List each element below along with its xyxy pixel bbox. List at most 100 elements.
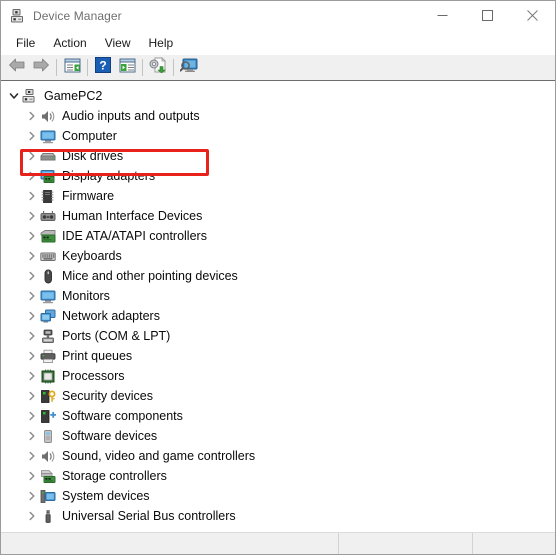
chevron-right-icon[interactable] [25,226,39,246]
chevron-right-icon[interactable] [25,426,39,446]
tree-row-sound-video-and-game-controllers[interactable]: Sound, video and game controllers [1,446,555,466]
window-title: Device Manager [33,8,122,23]
chevron-right-icon[interactable] [25,186,39,206]
storage-controller-icon [39,468,57,484]
maximize-button[interactable] [465,1,510,30]
security-key-icon [39,388,57,404]
port-icon [39,328,57,344]
tree-row-universal-serial-bus-controllers[interactable]: Universal Serial Bus controllers [1,506,555,526]
tree-row-processors[interactable]: Processors [1,366,555,386]
properties-window-icon [119,58,136,78]
chevron-right-icon[interactable] [25,266,39,286]
update-driver-button[interactable] [146,57,170,79]
chevron-right-icon[interactable] [25,486,39,506]
tree-item-label: Display adapters [62,169,156,183]
speaker-icon [39,108,57,124]
tree-row-disk-drives[interactable]: Disk drives [1,146,555,166]
menu-file[interactable]: File [7,33,44,53]
chevron-right-icon[interactable] [25,326,39,346]
software-device-icon [39,428,57,444]
toolbar-separator-3 [142,59,143,76]
tree-row-system-devices[interactable]: System devices [1,486,555,506]
tree-item-label: Audio inputs and outputs [62,109,200,123]
chevron-right-icon[interactable] [25,286,39,306]
help-button[interactable]: ? [91,57,115,79]
tree-item-label: Sound, video and game controllers [62,449,256,463]
chevron-right-icon[interactable] [25,346,39,366]
tree-row-software-components[interactable]: Software components [1,406,555,426]
tree-row-audio-inputs-and-outputs[interactable]: Audio inputs and outputs [1,106,555,126]
chevron-right-icon[interactable] [25,466,39,486]
tree-row-network-adapters[interactable]: Network adapters [1,306,555,326]
console-tree-icon [64,58,81,78]
tree-item-label: Keyboards [62,249,122,263]
tree-item-label: Network adapters [62,309,160,323]
show-hide-console-tree-button[interactable] [60,57,84,79]
tree-item-label: Print queues [62,349,133,363]
chevron-right-icon[interactable] [25,446,39,466]
menu-action[interactable]: Action [44,33,95,53]
tree-row-computer[interactable]: Computer [1,126,555,146]
chevron-right-icon[interactable] [25,366,39,386]
tree-row-security-devices[interactable]: Security devices [1,386,555,406]
tree-row-ide-ata-atapi-controllers[interactable]: IDE ATA/ATAPI controllers [1,226,555,246]
chevron-right-icon[interactable] [25,106,39,126]
forward-button[interactable] [29,57,53,79]
chevron-right-icon[interactable] [25,166,39,186]
tree-item-label: Storage controllers [62,469,167,483]
tree-row-keyboards[interactable]: Keyboards [1,246,555,266]
tree-row-display-adapters[interactable]: Display adapters [1,166,555,186]
chevron-right-icon[interactable] [25,146,39,166]
computer-root-icon [21,88,39,104]
tree-item-label: Mice and other pointing devices [62,269,238,283]
tree-row-mice-and-other-pointing-devices[interactable]: Mice and other pointing devices [1,266,555,286]
close-button[interactable] [510,1,555,30]
tree-item-label: Software devices [62,429,158,443]
chevron-right-icon[interactable] [25,126,39,146]
tree-item-label: Disk drives [62,149,124,163]
monitor-icon [39,128,57,144]
tree-row-monitors[interactable]: Monitors [1,286,555,306]
network-adapter-icon [39,308,57,324]
tree-item-label: Universal Serial Bus controllers [62,509,236,523]
chevron-right-icon[interactable] [25,506,39,526]
tree-item-label: System devices [62,489,150,503]
device-tree[interactable]: GamePC2 Audio inputs and outputs Compute… [1,81,555,532]
processor-icon [39,368,57,384]
menu-help[interactable]: Help [140,33,183,53]
status-pane-2 [339,533,473,554]
hid-icon [39,208,57,224]
tree-row-print-queues[interactable]: Print queues [1,346,555,366]
properties-button[interactable] [115,57,139,79]
scan-hardware-changes-button[interactable] [177,57,201,79]
toolbar-separator-1 [56,59,57,76]
disk-drive-icon [39,148,57,164]
keyboard-icon [39,248,57,264]
ide-controller-icon [39,228,57,244]
chevron-right-icon[interactable] [25,406,39,426]
menu-view[interactable]: View [96,33,140,53]
minimize-button[interactable] [420,1,465,30]
display-adapter-icon [39,168,57,184]
tree-item-label: Computer [62,129,117,143]
chevron-right-icon[interactable] [25,206,39,226]
tree-row-firmware[interactable]: Firmware [1,186,555,206]
software-component-icon [39,408,57,424]
title-bar: Device Manager [1,1,555,30]
chevron-right-icon[interactable] [25,246,39,266]
tree-row-root[interactable]: GamePC2 [1,86,555,106]
tree-row-storage-controllers[interactable]: Storage controllers [1,466,555,486]
chevron-down-icon[interactable] [7,86,21,106]
tree-row-human-interface-devices[interactable]: Human Interface Devices [1,206,555,226]
back-button[interactable] [5,57,29,79]
speaker-icon [39,448,57,464]
tree-item-label: Software components [62,409,183,423]
status-bar [1,532,555,554]
tree-row-ports-com-and-lpt[interactable]: Ports (COM & LPT) [1,326,555,346]
mouse-icon [39,268,57,284]
toolbar-separator-4 [173,59,174,76]
menu-bar: File Action View Help [1,30,555,55]
tree-row-software-devices[interactable]: Software devices [1,426,555,446]
chevron-right-icon[interactable] [25,306,39,326]
chevron-right-icon[interactable] [25,386,39,406]
